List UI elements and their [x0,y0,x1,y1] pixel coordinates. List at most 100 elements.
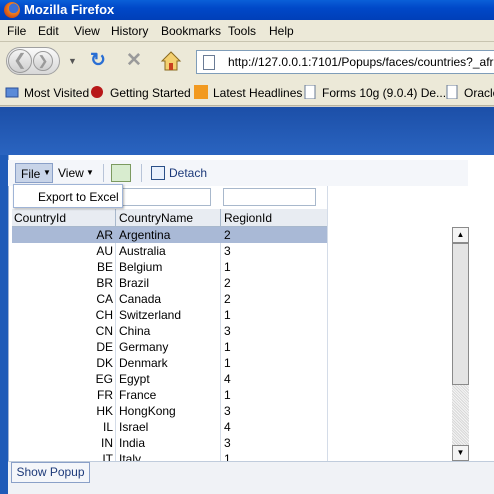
getting-started-icon [91,86,103,98]
vertical-scrollbar[interactable]: ▲ ▼ [452,227,469,461]
firefox-logo-icon [4,2,20,18]
cell-country-name: Australia [119,244,166,258]
cell-country-name: Switzerland [119,308,182,322]
cell-country-id: DE [96,340,113,354]
cell-country-name: Belgium [119,260,163,274]
table-row[interactable]: CN China 3 [12,323,327,339]
page-header [0,107,494,155]
table-row[interactable]: EG Egypt 4 [12,371,327,387]
cell-country-id: BR [96,276,113,290]
cell-country-id: EG [95,372,113,386]
cell-country-name: Canada [119,292,162,306]
cell-country-name: HongKong [119,404,176,418]
cell-country-name: Brazil [119,276,150,290]
show-popup-button[interactable]: Show Popup [11,462,90,483]
title-bar: Mozilla Firefox [0,0,494,20]
scroll-thumb[interactable] [452,243,469,385]
navigation-toolbar: ❮ ❯ ▼ ↻ ✕ http://127.0.0.1:7101/Popups/f… [0,42,494,80]
table-row[interactable]: DE Germany 1 [12,339,327,355]
forward-icon[interactable]: ❯ [33,51,53,71]
menu-tools[interactable]: Tools [228,24,256,38]
cell-country-name: Israel [119,420,149,434]
cell-country-id: DK [96,356,113,370]
bookmark-oracle[interactable]: Oracle [464,86,494,100]
back-icon[interactable]: ❮ [8,49,32,73]
cell-region-id: 1 [224,388,231,402]
cell-country-name: India [119,436,146,450]
cell-country-name: Denmark [119,356,168,370]
cell-country-name: France [119,388,157,402]
cell-country-id: IN [101,436,113,450]
menu-view[interactable]: View [74,24,100,38]
table-row[interactable]: BE Belgium 1 [12,259,327,275]
chevron-down-icon: ▼ [86,168,94,177]
table-row[interactable]: CA Canada 2 [12,291,327,307]
table-row[interactable]: DK Denmark 1 [12,355,327,371]
column-header-countryid[interactable]: CountryId [14,211,66,225]
home-icon[interactable] [160,50,182,72]
table-row[interactable]: HK HongKong 3 [12,403,327,419]
table-row[interactable]: IL Israel 4 [12,419,327,435]
cell-country-id: AR [96,228,113,242]
column-divider[interactable] [115,209,116,227]
region-id-filter[interactable] [223,188,316,206]
menu-help[interactable]: Help [269,24,294,38]
grid-icon[interactable] [111,164,131,182]
bookmark-latest-headlines[interactable]: Latest Headlines [213,86,302,100]
table-row[interactable]: AU Australia 3 [12,243,327,259]
bookmark-forms[interactable]: Forms 10g (9.0.4) De... [322,86,446,100]
back-forward-group: ❮ ❯ [6,47,60,75]
scroll-down-icon[interactable]: ▼ [452,445,469,461]
history-dropdown-icon[interactable]: ▼ [68,56,77,66]
menu-file[interactable]: File [7,24,26,38]
bookmark-folder-icon [5,87,19,98]
column-header-countryname[interactable]: CountryName [119,211,193,225]
table-row[interactable]: IN India 3 [12,435,327,451]
table-row[interactable]: FR France 1 [12,387,327,403]
empty-pane [327,186,453,463]
file-menu-button[interactable]: File ▼ [15,163,53,183]
cell-region-id: 4 [224,372,231,386]
table-row[interactable]: BR Brazil 2 [12,275,327,291]
cell-country-name: Germany [119,340,169,354]
cell-country-id: AU [96,244,113,258]
cell-country-name: Argentina [119,228,171,242]
window-title: Mozilla Firefox [24,2,115,17]
menu-edit[interactable]: Edit [38,24,59,38]
detach-button[interactable]: Detach [169,166,207,180]
cell-region-id: 2 [224,228,231,242]
table-row[interactable]: CH Switzerland 1 [12,307,327,323]
cell-region-id: 1 [224,356,231,370]
cell-region-id: 1 [224,308,231,322]
toolbar-divider [103,164,104,182]
cell-country-id: CN [95,324,113,338]
cell-country-id: CH [95,308,113,322]
cell-region-id: 3 [224,324,231,338]
file-menu-label: File [21,167,41,181]
column-divider[interactable] [220,209,221,227]
file-menu-popup: Export to Excel [13,184,123,208]
column-header-regionid[interactable]: RegionId [224,211,272,225]
export-to-excel-item[interactable]: Export to Excel [38,190,119,204]
bookmark-most-visited[interactable]: Most Visited [24,86,89,100]
scroll-track[interactable] [452,385,469,445]
detach-icon[interactable] [151,166,165,180]
country-name-filter[interactable] [117,188,211,206]
countries-table: AR Argentina 2 AU Australia 3 BE Belgium 1 BR Braz… [12,227,327,463]
cell-region-id: 1 [224,340,231,354]
cell-country-id: CA [96,292,113,306]
address-bar[interactable]: http://127.0.0.1:7101/Popups/faces/count… [196,50,494,74]
menu-history[interactable]: History [111,24,148,38]
bookmark-getting-started[interactable]: Getting Started [110,86,191,100]
toolbar-divider [141,164,142,182]
view-menu-button[interactable]: View [58,166,84,180]
stop-icon[interactable]: ✕ [126,51,142,71]
cell-country-id: IL [102,420,113,434]
url-text[interactable]: http://127.0.0.1:7101/Popups/faces/count… [228,55,494,69]
scroll-up-icon[interactable]: ▲ [452,227,469,243]
page-icon [446,85,458,99]
cell-country-id: HK [96,404,113,418]
menu-bookmarks[interactable]: Bookmarks [161,24,221,38]
reload-icon[interactable]: ↻ [90,51,106,70]
table-row[interactable]: AR Argentina 2 [12,227,327,243]
